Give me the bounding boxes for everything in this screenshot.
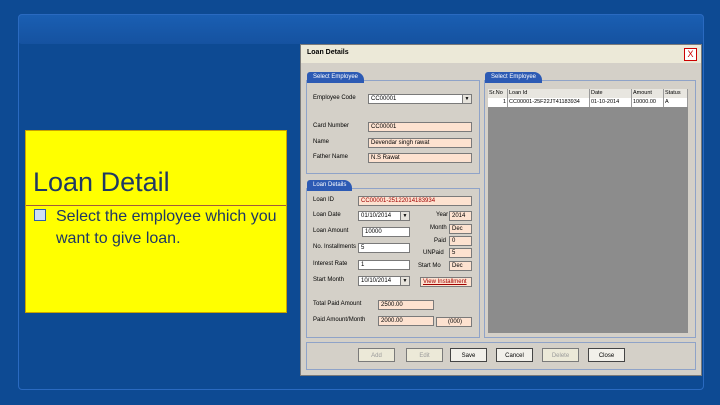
start-mo-field: Dec <box>449 261 472 271</box>
installments-label: No. Installments <box>313 244 357 250</box>
column-header[interactable]: Loan Id <box>508 89 590 98</box>
loan-amount-field[interactable]: 10000 <box>362 227 410 237</box>
start-month-label: Start Month <box>313 277 345 283</box>
column-header[interactable]: Amount <box>632 89 664 98</box>
callout-title: Loan Detail <box>33 167 170 197</box>
window-title: Loan Details <box>307 49 349 56</box>
edit-button[interactable]: Edit <box>406 348 443 362</box>
year-field: 2014 <box>449 211 472 221</box>
loan-date-field[interactable]: 01/10/2014 ▼ <box>358 211 410 221</box>
month-label: Month <box>430 225 447 231</box>
tab-select-employee-grid[interactable]: Select Employee <box>485 72 543 83</box>
table-cell: 01-10-2014 <box>590 98 632 107</box>
total-paid-label: Total Paid Amount <box>313 301 362 307</box>
card-number-label: Card Number <box>313 123 350 129</box>
unpaid-field: 5 <box>449 248 472 258</box>
table-cell: A <box>664 98 688 107</box>
close-button[interactable]: Close <box>588 348 625 362</box>
card-number-field: CC00001 <box>368 122 472 132</box>
employee-code-label: Employee Code <box>313 95 356 101</box>
cancel-button[interactable]: Cancel <box>496 348 533 362</box>
year-label: Year <box>436 212 449 218</box>
callout-bullet-text: Select the employee which you want to gi… <box>56 208 277 247</box>
paid-label: Paid <box>434 238 447 244</box>
tab-loan-details[interactable]: Loan Details <box>307 180 353 191</box>
add-button[interactable]: Add <box>358 348 395 362</box>
checkbox-bullet-icon <box>34 209 46 221</box>
close-icon[interactable]: X <box>684 48 697 61</box>
loan-id-label: Loan ID <box>313 197 335 203</box>
paid-month-field: 2000.00 <box>378 316 434 326</box>
save-button[interactable]: Save <box>450 348 487 362</box>
window-title-bar: Loan Details X <box>301 45 701 63</box>
total-paid-field: 2500.00 <box>378 300 434 310</box>
start-mo-label: Start Mo <box>418 263 441 269</box>
calendar-dropdown-icon[interactable]: ▼ <box>400 212 409 220</box>
start-month-field[interactable]: 10/10/2014 ▼ <box>358 276 410 286</box>
father-name-label: Father Name <box>313 154 349 160</box>
employee-code-select[interactable]: CC00001 ▼ <box>368 94 472 104</box>
column-header[interactable]: Date <box>590 89 632 98</box>
start-month-value: 10/10/2014 <box>361 278 392 284</box>
unpaid-label: UNPaid <box>423 250 444 256</box>
installments-field[interactable]: 5 <box>358 243 410 253</box>
month-field: Dec <box>449 224 472 234</box>
small-action-button[interactable]: (000) <box>436 317 472 327</box>
view-installment-link[interactable]: View Installment <box>420 277 472 287</box>
loan-date-value: 01/10/2014 <box>361 213 392 219</box>
name-label: Name <box>313 139 330 145</box>
paid-field: 0 <box>449 236 472 246</box>
callout-box: Loan Detail Select the employee which yo… <box>25 130 287 313</box>
table-cell: 10000.00 <box>632 98 664 107</box>
column-header[interactable]: Sr.No <box>488 89 508 98</box>
column-header[interactable]: Status <box>664 89 688 98</box>
interest-rate-label: Interest Rate <box>313 261 348 267</box>
loans-table: Sr.No Loan Id Date Amount Status 1 CC000… <box>488 89 688 333</box>
loan-id-field: CC00001-25122014183934 <box>358 196 472 206</box>
delete-button[interactable]: Delete <box>542 348 579 362</box>
table-cell: CC00001-25F22JT41183934 <box>508 98 590 107</box>
loan-date-label: Loan Date <box>313 212 341 218</box>
calendar-dropdown-icon[interactable]: ▼ <box>400 277 409 285</box>
name-field: Devendar singh rawat <box>368 138 472 148</box>
father-name-field: N.S Rawat <box>368 153 472 163</box>
chevron-down-icon[interactable]: ▼ <box>462 95 471 103</box>
table-row[interactable]: 1 CC00001-25F22JT41183934 01-10-2014 100… <box>488 98 688 107</box>
tab-select-employee[interactable]: Select Employee <box>307 72 365 83</box>
employee-code-value: CC00001 <box>371 96 397 102</box>
paid-month-label: Paid Amount/Month <box>313 317 366 323</box>
table-cell: 1 <box>488 98 508 107</box>
loan-amount-label: Loan Amount <box>313 228 349 234</box>
interest-rate-field[interactable]: 1 <box>358 260 410 270</box>
table-header: Sr.No Loan Id Date Amount Status <box>488 89 688 98</box>
